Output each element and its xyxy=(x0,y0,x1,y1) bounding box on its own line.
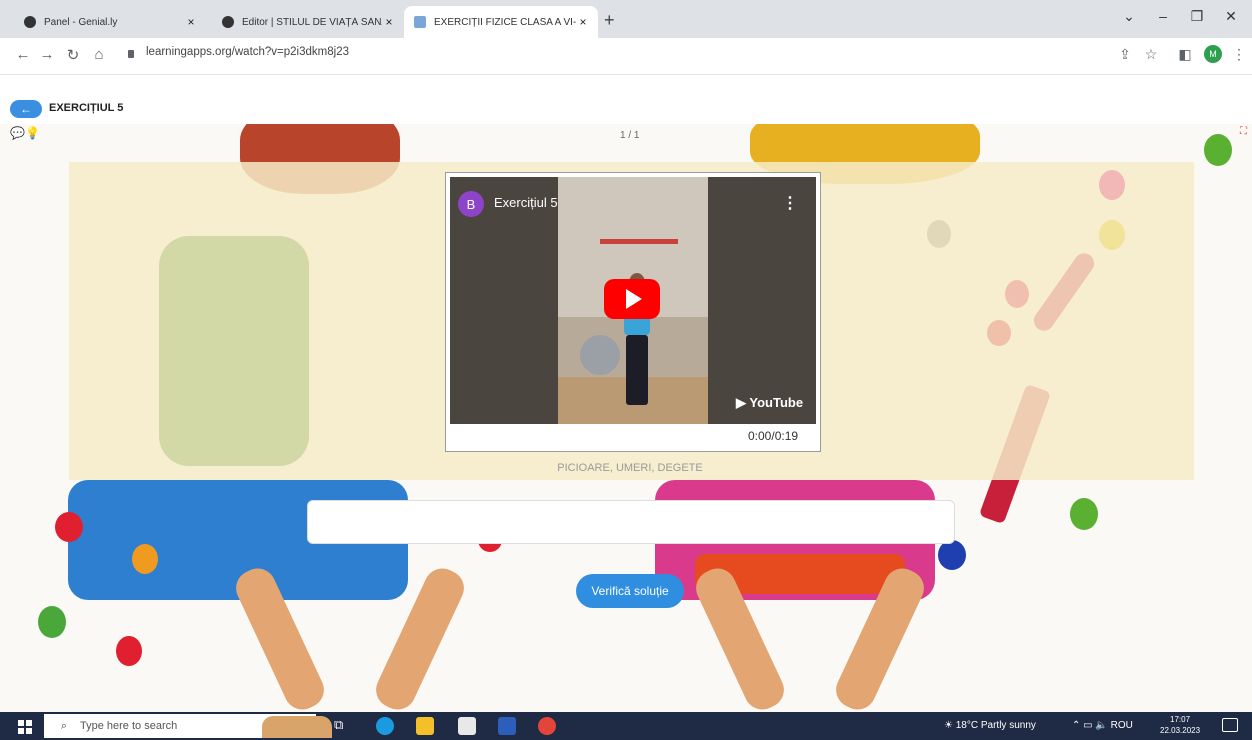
share-icon[interactable]: ⇪ xyxy=(1116,46,1134,63)
cartoon-backpack xyxy=(159,236,309,466)
gym-ball xyxy=(580,335,620,375)
battery-icon[interactable]: ▭ xyxy=(1083,720,1092,731)
hint-lightbulb-icon[interactable]: 💬💡 xyxy=(10,126,40,140)
video-time: 0:00/0:19 xyxy=(748,429,799,443)
confetti-dot xyxy=(987,320,1011,346)
edge-browser-icon[interactable] xyxy=(376,717,394,735)
video-menu-icon[interactable]: ⋮ xyxy=(782,193,798,213)
clock-date: 22.03.2023 xyxy=(1160,726,1201,735)
search-placeholder: Type here to search xyxy=(80,720,178,732)
tab-editor[interactable]: Editor | STILUL DE VIAȚĂ SĂNĂT... × xyxy=(212,6,404,38)
genially-favicon-icon xyxy=(222,16,234,28)
close-tab-icon[interactable]: × xyxy=(576,15,590,29)
volume-icon[interactable]: 🔈 xyxy=(1095,720,1107,731)
bookmark-star-icon[interactable]: ☆ xyxy=(1142,46,1160,63)
fullscreen-icon[interactable]: ⛶ xyxy=(1240,126,1247,137)
confetti-dot xyxy=(55,512,83,542)
youtube-video-player[interactable]: B Exercițiul 5 ⋮ ▶ YouTube 0:00/0:19 xyxy=(445,172,821,452)
confetti-dot xyxy=(1005,280,1029,308)
page-title: EXERCIȚIUL 5 xyxy=(49,102,124,114)
back-arrow-icon: ← xyxy=(20,102,32,116)
app-back-button[interactable]: ← xyxy=(10,100,42,118)
maximize-button[interactable]: ❐ xyxy=(1182,8,1212,25)
word-icon[interactable] xyxy=(498,717,516,735)
system-tray[interactable]: ⌃ ▭ 🔈 ROU xyxy=(1072,720,1133,731)
exercise-bar xyxy=(600,239,678,244)
confetti-dot xyxy=(132,544,158,574)
video-caption: PICIOARE, UMERI, DEGETE xyxy=(557,462,703,474)
notification-icon[interactable] xyxy=(1222,718,1238,732)
file-explorer-icon[interactable] xyxy=(416,717,434,735)
confetti-dot xyxy=(1099,220,1125,250)
confetti-dot xyxy=(1204,134,1232,166)
exercise-stage: 💬💡 1 / 1 ⛶ B Exercițiul 5 ⋮ ▶ YouTube 0:… xyxy=(0,124,1252,712)
confetti-dot xyxy=(1070,498,1098,530)
youtube-logo-text: YouTube xyxy=(749,395,804,410)
video-pillar-right xyxy=(708,177,816,424)
tab-genially[interactable]: Panel - Genial.ly × xyxy=(14,6,206,38)
new-tab-button[interactable]: + xyxy=(604,10,615,31)
task-view-icon[interactable]: ⧉ xyxy=(334,717,352,735)
learningapps-favicon-icon xyxy=(414,16,426,28)
confetti-dot xyxy=(116,636,142,666)
channel-avatar[interactable]: B xyxy=(458,191,484,217)
tab-title: Editor | STILUL DE VIAȚĂ SĂNĂT... xyxy=(242,16,382,28)
address-bar[interactable]: learningapps.org/watch?v=p2i3dkm8j23 xyxy=(146,46,349,58)
weather-text: 18°C Partly sunny xyxy=(955,720,1036,731)
question-counter: 1 / 1 xyxy=(620,130,640,141)
close-tab-icon[interactable]: × xyxy=(382,15,396,29)
video-frame: B Exercițiul 5 ⋮ ▶ YouTube xyxy=(450,177,816,424)
answer-input[interactable] xyxy=(307,500,955,544)
confetti-dot xyxy=(938,540,966,570)
language-indicator[interactable]: ROU xyxy=(1111,720,1133,731)
close-window-button[interactable]: ✕ xyxy=(1216,8,1246,25)
youtube-play-icon: ▶ xyxy=(736,395,746,410)
forward-arrow-icon[interactable]: → xyxy=(38,46,56,63)
check-solution-button[interactable]: Verifică soluție xyxy=(576,574,684,608)
app-header xyxy=(0,94,1252,125)
profile-avatar[interactable]: M xyxy=(1204,45,1222,63)
confetti-dot xyxy=(927,220,951,248)
tab-title: EXERCIȚII FIZICE CLASA A VI-A D xyxy=(434,16,576,28)
chrome-icon[interactable] xyxy=(538,717,556,735)
clock-time: 17:07 xyxy=(1170,715,1191,724)
search-highlight-image[interactable] xyxy=(262,716,332,738)
tab-search-icon[interactable]: ⌄ xyxy=(1114,8,1144,25)
youtube-logo[interactable]: ▶ YouTube xyxy=(736,395,803,411)
side-panel-icon[interactable]: ◧ xyxy=(1176,46,1194,63)
mail-icon[interactable] xyxy=(458,717,476,735)
tab-title: Panel - Genial.ly xyxy=(44,16,118,28)
video-title[interactable]: Exercițiul 5 xyxy=(494,195,558,210)
weather-sun-icon: ☀ xyxy=(944,720,953,731)
chevron-up-icon[interactable]: ⌃ xyxy=(1072,720,1080,731)
minimize-button[interactable]: – xyxy=(1148,8,1178,24)
confetti-dot xyxy=(38,606,66,638)
windows-start-icon[interactable] xyxy=(18,720,32,734)
taskbar-clock[interactable]: 17:07 22.03.2023 xyxy=(1160,714,1200,736)
confetti-dot xyxy=(1099,170,1125,200)
search-icon: ⌕ xyxy=(60,719,68,732)
tab-learningapps[interactable]: EXERCIȚII FIZICE CLASA A VI-A D × xyxy=(404,6,598,38)
weather-widget[interactable]: ☀ 18°C Partly sunny xyxy=(944,720,1036,731)
genially-favicon-icon xyxy=(24,16,36,28)
cartoon-pencil-faded xyxy=(1029,249,1099,335)
person-legs xyxy=(626,335,648,405)
home-icon[interactable]: ⌂ xyxy=(90,46,108,63)
menu-kebab-icon[interactable]: ⋮ xyxy=(1230,46,1248,63)
play-icon xyxy=(626,289,642,309)
close-tab-icon[interactable]: × xyxy=(184,15,198,29)
reload-icon[interactable]: ↻ xyxy=(64,46,82,64)
back-arrow-icon[interactable]: ← xyxy=(14,46,32,63)
lock-icon[interactable] xyxy=(128,50,134,58)
